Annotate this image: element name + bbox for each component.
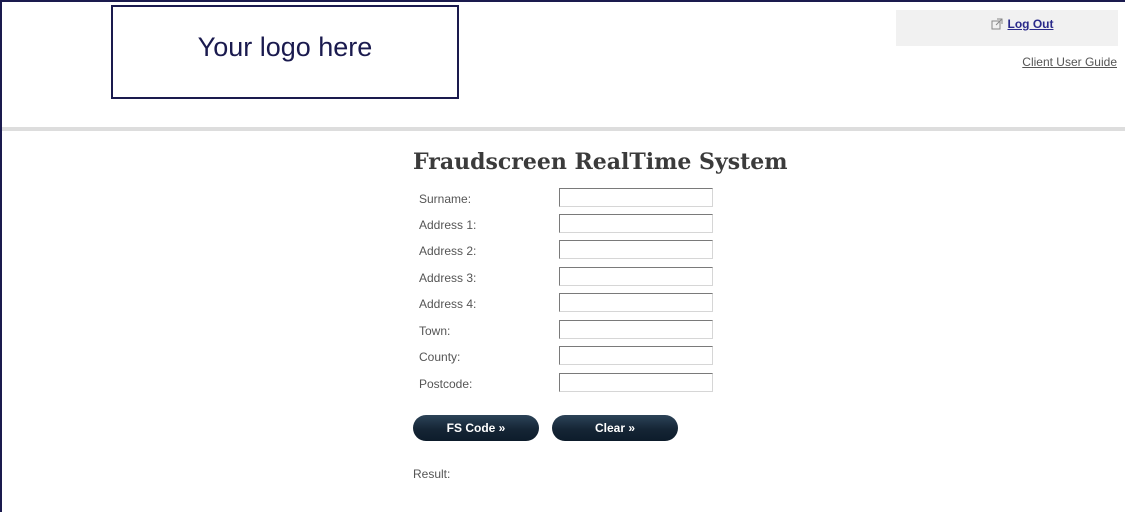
form-row-address-2: Address 2:: [419, 240, 719, 260]
address-1-input[interactable]: [559, 214, 713, 233]
form-row-town: Town:: [419, 320, 719, 340]
frame-top-border: [0, 0, 1125, 2]
town-input[interactable]: [559, 320, 713, 339]
logout-link[interactable]: Log Out: [991, 17, 1054, 31]
form-row-address-4: Address 4:: [419, 293, 719, 313]
external-link-icon: [991, 18, 1002, 30]
county-input[interactable]: [559, 346, 713, 365]
form-row-address-1: Address 1:: [419, 214, 719, 234]
address-4-input[interactable]: [559, 293, 713, 312]
logo-text: Your logo here: [197, 31, 373, 62]
fs-code-button[interactable]: FS Code »: [413, 415, 539, 441]
logout-label: Log Out: [1007, 17, 1054, 31]
county-label: County:: [419, 350, 461, 364]
postcode-label: Postcode:: [419, 377, 473, 391]
form-row-postcode: Postcode:: [419, 373, 719, 393]
frame-left-border: [0, 0, 2, 512]
address-3-label: Address 3:: [419, 271, 477, 285]
town-label: Town:: [419, 324, 451, 338]
address-4-label: Address 4:: [419, 297, 477, 311]
client-user-guide-link[interactable]: Client User Guide: [1022, 55, 1117, 69]
form-row-surname: Surname:: [419, 188, 719, 208]
header-divider: [2, 127, 1125, 131]
form-row-county: County:: [419, 346, 719, 366]
form-row-address-3: Address 3:: [419, 267, 719, 287]
logout-panel: Log Out: [896, 10, 1118, 46]
postcode-input[interactable]: [559, 373, 713, 392]
logo-placeholder: Your logo here: [111, 5, 459, 99]
surname-label: Surname:: [419, 192, 472, 206]
surname-input[interactable]: [559, 188, 713, 207]
address-1-label: Address 1:: [419, 218, 477, 232]
address-2-input[interactable]: [559, 240, 713, 259]
result-label: Result:: [413, 467, 451, 481]
page-title: Fraudscreen RealTime System: [413, 149, 788, 175]
clear-button[interactable]: Clear »: [552, 415, 678, 441]
address-2-label: Address 2:: [419, 244, 477, 258]
address-3-input[interactable]: [559, 267, 713, 286]
